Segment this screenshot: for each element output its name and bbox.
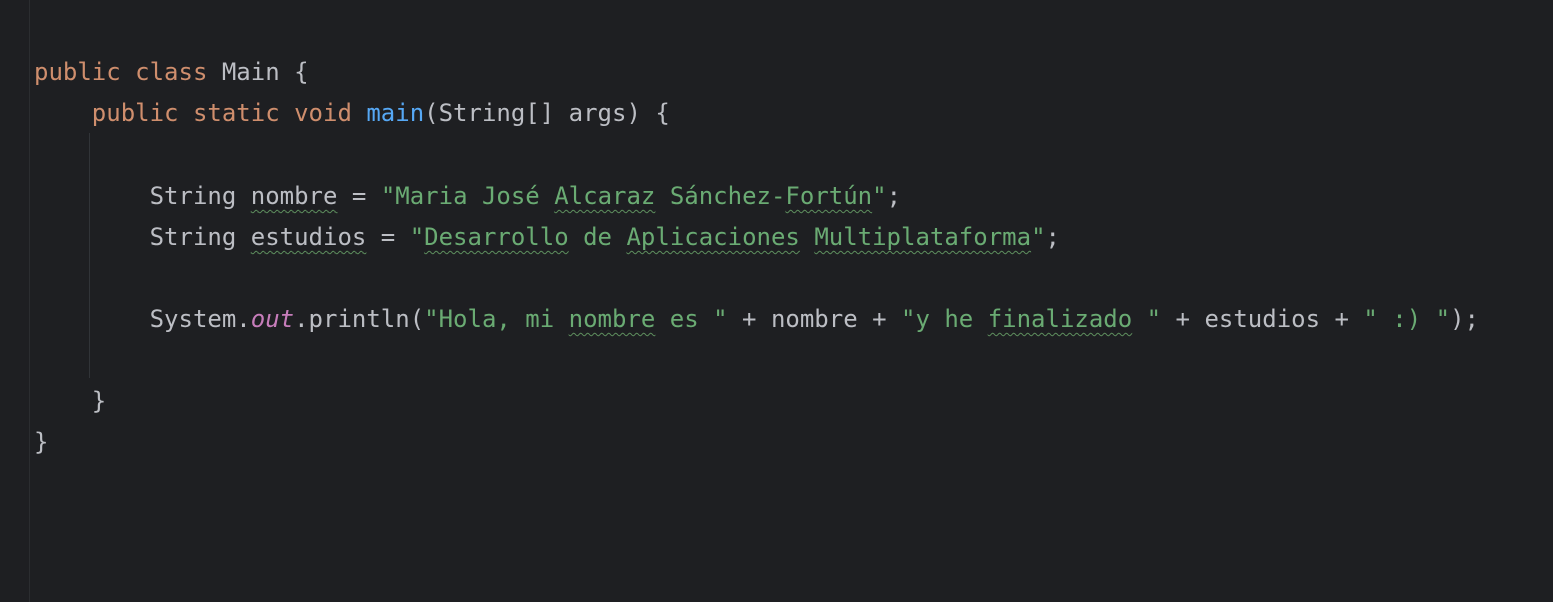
semicolon: ; — [1045, 223, 1060, 251]
string-text-typo: Aplicaciones — [626, 223, 800, 251]
keyword-public: public — [34, 58, 121, 86]
method-name: main — [366, 99, 425, 127]
string-text: de — [583, 223, 613, 251]
code-line-main-method[interactable]: public static void main(String[] args) { — [34, 96, 670, 130]
static-field-out: out — [250, 305, 295, 333]
call-close: ); — [1450, 305, 1480, 333]
string-quote: " — [380, 182, 396, 210]
string-quote: " — [409, 223, 425, 251]
string-literal: es " — [655, 305, 728, 333]
keyword-static: static — [192, 99, 280, 127]
string-literal: " — [1132, 305, 1162, 333]
assign-operator: = — [337, 182, 381, 210]
keyword-class: class — [135, 58, 208, 86]
string-literal: "y he — [901, 305, 988, 333]
assign-operator: = — [366, 223, 410, 251]
concat-expression: + nombre + — [727, 305, 901, 333]
gutter-divider — [29, 0, 30, 602]
code-line-class-close[interactable]: } — [34, 425, 48, 459]
string-text: Sánchez- — [669, 182, 786, 210]
keyword-void: void — [294, 99, 352, 127]
type-string: String — [149, 182, 237, 210]
string-text-typo: Alcaraz — [554, 182, 656, 210]
string-quote: " — [872, 182, 887, 210]
semicolon: ; — [886, 182, 902, 210]
indent-guide — [89, 133, 90, 378]
code-line-class-declaration[interactable]: public class Main { — [34, 55, 309, 89]
system-class: System. — [149, 305, 251, 333]
string-text-typo: Desarrollo — [424, 223, 569, 251]
code-line-nombre[interactable]: String nombre = "Maria José Alcaraz Sánc… — [34, 179, 901, 213]
string-text: Maria José — [395, 182, 540, 210]
string-literal: " :) " — [1363, 305, 1451, 333]
string-text-typo: nombre — [568, 305, 656, 333]
brace-close: } — [91, 387, 107, 415]
class-name: Main — [221, 58, 280, 86]
code-editor[interactable]: public class Main { public static void m… — [0, 0, 1553, 602]
string-text-typo: Multiplataforma — [814, 223, 1032, 251]
brace-open: { — [294, 58, 309, 86]
type-string: String — [149, 223, 237, 251]
code-line-println[interactable]: System.out.println("Hola, mi nombre es "… — [34, 302, 1479, 336]
brace-open: { — [655, 99, 670, 127]
variable-nombre: nombre — [250, 182, 338, 210]
method-params: (String[] args) — [424, 99, 641, 127]
println-call: .println( — [294, 305, 425, 333]
code-line-estudios[interactable]: String estudios = "Desarrollo de Aplicac… — [34, 220, 1060, 254]
string-text-typo: finalizado — [987, 305, 1133, 333]
string-literal: "Hola, mi — [424, 305, 569, 333]
string-text-typo: Fortún — [785, 182, 873, 210]
keyword-public: public — [91, 99, 179, 127]
brace-close: } — [34, 428, 49, 456]
concat-expression: + estudios + — [1161, 305, 1364, 333]
string-quote: " — [1031, 223, 1046, 251]
variable-estudios: estudios — [250, 223, 367, 251]
code-line-method-close[interactable]: } — [34, 384, 106, 418]
